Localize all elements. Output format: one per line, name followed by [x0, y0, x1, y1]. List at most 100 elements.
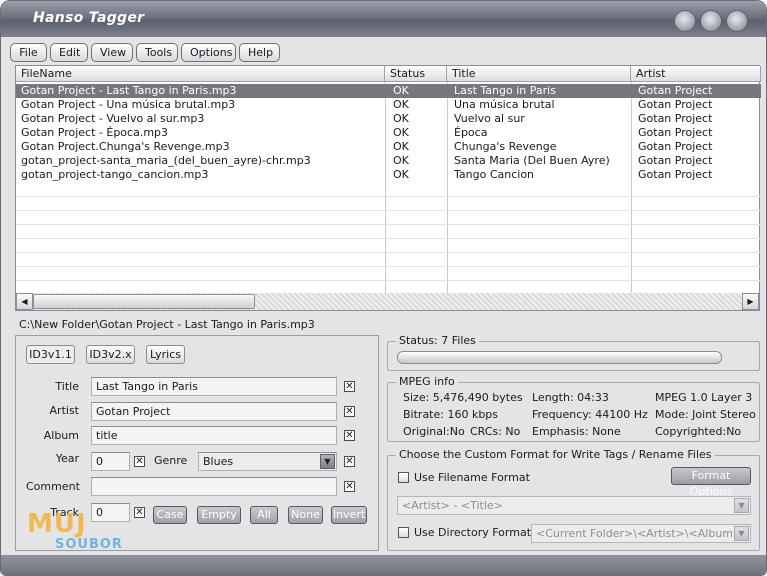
title-bar[interactable]: Hanso Tagger: [1, 1, 766, 37]
menu-bar: File Edit View Tools Options Help: [7, 41, 762, 63]
clear-artist-checkbox[interactable]: ✕: [344, 406, 355, 417]
scroll-thumb[interactable]: [33, 294, 255, 309]
menu-tools[interactable]: Tools: [136, 43, 178, 62]
column-header-filename[interactable]: FileName: [16, 66, 385, 82]
mpeg-crcs: CRCs: No: [470, 425, 521, 438]
status-text: Status: 7 Files: [396, 334, 479, 347]
scroll-right-icon[interactable]: ▶: [742, 293, 759, 310]
clear-year-checkbox[interactable]: ✕: [134, 456, 145, 467]
table-row[interactable]: Gotan Project - Una música brutal.mp3 OK…: [16, 98, 761, 112]
grid-line: [16, 280, 761, 281]
empty-button[interactable]: Empty: [197, 506, 241, 524]
table-row[interactable]: Gotan Project - Last Tango in Paris.mp3 …: [16, 84, 761, 98]
chevron-down-icon[interactable]: ▼: [734, 526, 749, 541]
cell-artist: Gotan Project: [638, 168, 713, 181]
status-group: Status: 7 Files: [387, 334, 760, 371]
title-field[interactable]: Last Tango in Paris: [91, 377, 337, 396]
genre-value: Blues: [203, 455, 234, 468]
status-bar: [1, 555, 766, 575]
menu-help[interactable]: Help: [239, 43, 280, 62]
clear-comment-checkbox[interactable]: ✕: [344, 481, 355, 492]
none-button[interactable]: None: [288, 506, 323, 524]
menu-edit[interactable]: Edit: [50, 43, 88, 62]
genre-label: Genre: [154, 454, 188, 467]
artist-field[interactable]: Gotan Project: [91, 402, 337, 421]
column-header-title[interactable]: Title: [447, 66, 631, 82]
cell-status: OK: [393, 84, 409, 97]
year-label: Year: [55, 452, 79, 465]
all-button[interactable]: All: [250, 506, 278, 524]
grid-line: [16, 196, 761, 197]
cell-filename: gotan_project-tango_cancion.mp3: [21, 168, 209, 181]
tab-id3v1[interactable]: ID3v1.1: [26, 345, 75, 364]
use-filename-label: Use Filename Format: [414, 471, 530, 484]
cell-title: Una música brutal: [454, 98, 555, 111]
cell-status: OK: [393, 126, 409, 139]
cell-artist: Gotan Project: [638, 140, 713, 153]
invert-button[interactable]: Invert: [331, 506, 367, 524]
album-field[interactable]: title: [91, 426, 337, 445]
table-row[interactable]: gotan_project-santa_maria_(del_buen_ayre…: [16, 154, 761, 168]
cell-artist: Gotan Project: [638, 154, 713, 167]
menu-options[interactable]: Options: [181, 43, 236, 62]
cell-title: Época: [454, 126, 488, 139]
close-icon[interactable]: [726, 10, 748, 32]
cell-status: OK: [393, 98, 409, 111]
grid-line: [16, 224, 761, 225]
format-options-button[interactable]: Format Options: [671, 467, 751, 498]
use-filename-checkbox[interactable]: [398, 472, 409, 483]
minimize-icon[interactable]: [674, 10, 696, 32]
clear-track-checkbox[interactable]: ✕: [134, 507, 145, 518]
clear-album-checkbox[interactable]: ✕: [344, 430, 355, 441]
filename-format-value: <Artist> - <Title>: [402, 499, 503, 512]
mpeg-original: Original:No: [403, 425, 465, 438]
mpeg-frequency: Frequency: 44100 Hz: [532, 408, 648, 421]
grid-line: [16, 210, 761, 211]
tab-lyrics[interactable]: Lyrics: [146, 345, 185, 364]
menu-view[interactable]: View: [91, 43, 133, 62]
tab-id3v2[interactable]: ID3v2.x: [86, 345, 135, 364]
clear-title-checkbox[interactable]: ✕: [344, 381, 355, 392]
chevron-down-icon[interactable]: ▼: [320, 454, 335, 469]
cell-filename: Gotan Project - Last Tango in Paris.mp3: [21, 84, 237, 97]
table-row[interactable]: Gotan Project.Chunga's Revenge.mp3 OK Ch…: [16, 140, 761, 154]
cell-status: OK: [393, 140, 409, 153]
mpeg-info-heading: MPEG info: [396, 375, 458, 388]
comment-field[interactable]: [91, 477, 337, 496]
table-row[interactable]: Gotan Project - Época.mp3 OK Época Gotan…: [16, 126, 761, 140]
track-field[interactable]: 0: [91, 503, 130, 522]
horizontal-scrollbar[interactable]: ◀ ▶: [16, 293, 759, 310]
table-row[interactable]: gotan_project-tango_cancion.mp3 OK Tango…: [16, 168, 761, 182]
title-label: Title: [55, 380, 79, 393]
cell-filename: Gotan Project - Una música brutal.mp3: [21, 98, 236, 111]
watermark-logo: MUJ: [27, 509, 87, 539]
year-field[interactable]: 0: [91, 452, 130, 471]
grid-line: [16, 252, 761, 253]
cell-filename: Gotan Project - Vuelvo al sur.mp3: [21, 112, 205, 125]
filename-format-select[interactable]: <Artist> - <Title> ▼: [397, 496, 751, 515]
case-button[interactable]: Case: [153, 506, 187, 524]
watermark-logo-subtitle: SOUBOR: [55, 537, 123, 552]
use-directory-checkbox[interactable]: [398, 527, 409, 538]
column-header-artist[interactable]: Artist: [631, 66, 761, 82]
genre-select[interactable]: Blues ▼: [198, 452, 337, 471]
cell-filename: gotan_project-santa_maria_(del_buen_ayre…: [21, 154, 311, 167]
cell-artist: Gotan Project: [638, 112, 713, 125]
mpeg-copyrighted: Copyrighted:No: [655, 425, 742, 438]
chevron-down-icon[interactable]: ▼: [734, 498, 749, 513]
column-header-status[interactable]: Status: [385, 66, 447, 82]
progress-bar: [397, 351, 722, 364]
maximize-icon[interactable]: [700, 10, 722, 32]
custom-format-heading: Choose the Custom Format for Write Tags …: [396, 448, 715, 461]
scroll-left-icon[interactable]: ◀: [16, 293, 33, 310]
mpeg-info-group: MPEG info Size: 5,476,490 bytes Length: …: [387, 375, 760, 442]
menu-file[interactable]: File: [10, 43, 47, 62]
file-list[interactable]: FileName Status Title Artist Gotan Proje…: [15, 65, 761, 311]
cell-title: Last Tango in Paris: [454, 84, 556, 97]
clear-genre-checkbox[interactable]: ✕: [344, 456, 355, 467]
cell-artist: Gotan Project: [638, 98, 713, 111]
table-row[interactable]: Gotan Project - Vuelvo al sur.mp3 OK Vue…: [16, 112, 761, 126]
directory-format-select[interactable]: <Current Folder>\<Artist>\<Album>\ ▼: [531, 524, 751, 543]
mpeg-bitrate: Bitrate: 160 kbps: [403, 408, 499, 421]
cell-filename: Gotan Project.Chunga's Revenge.mp3: [21, 140, 230, 153]
